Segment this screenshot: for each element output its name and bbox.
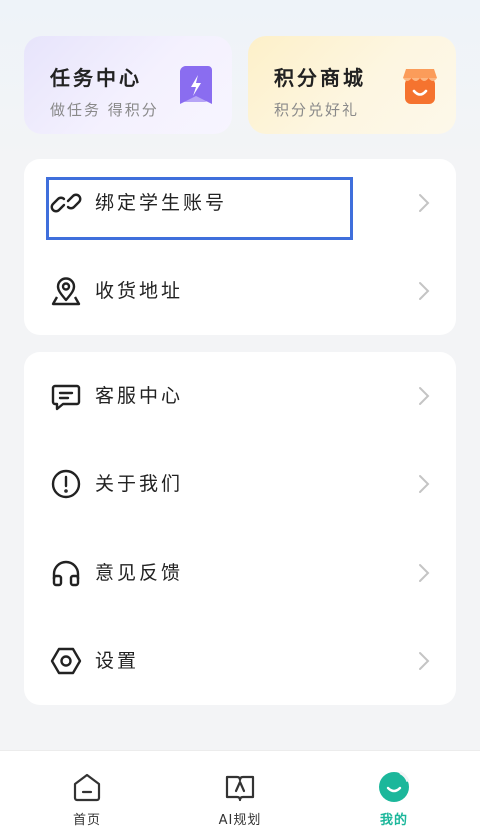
tab-mine[interactable]: 我的: [314, 751, 474, 838]
support-menu-group: 客服中心 关于我们 意见反馈 设置: [24, 352, 456, 705]
selection-highlight: [46, 177, 353, 240]
tab-label: 首页: [72, 813, 101, 828]
home-icon: [73, 773, 101, 802]
menu-item-customer-service[interactable]: 客服中心: [24, 352, 456, 440]
menu-item-about-us[interactable]: 关于我们: [24, 440, 456, 528]
chevron-right-icon: [419, 194, 430, 212]
tab-label: 我的: [379, 813, 408, 828]
menu-item-feedback[interactable]: 意见反馈: [24, 529, 456, 617]
headphones-icon: [52, 560, 80, 587]
task-center-card[interactable]: 任务中心 做任务 得积分: [24, 36, 232, 134]
lightning-bookmark-icon: [180, 66, 212, 104]
chevron-right-icon: [419, 652, 430, 670]
chevron-right-icon: [419, 387, 430, 405]
chevron-right-icon: [419, 564, 430, 582]
menu-label: 意见反馈: [95, 562, 184, 584]
menu-item-address[interactable]: 收货地址: [24, 247, 456, 335]
bottom-tab-bar: 首页 AI规划 我的: [0, 750, 480, 838]
menu-label: 关于我们: [95, 473, 184, 495]
tab-label: AI规划: [218, 813, 262, 828]
tab-ai-plan[interactable]: AI规划: [160, 751, 320, 838]
menu-item-bind-student[interactable]: 绑定学生账号: [24, 159, 456, 247]
menu-item-settings[interactable]: 设置: [24, 617, 456, 705]
info-circle-icon: [51, 469, 81, 499]
menu-label: 收货地址: [95, 280, 184, 302]
menu-label: 客服中心: [95, 385, 184, 407]
location-pin-icon: [51, 277, 81, 306]
chevron-right-icon: [419, 475, 430, 493]
message-icon: [51, 384, 81, 411]
account-menu-group: 绑定学生账号 收货地址: [24, 159, 456, 335]
chevron-right-icon: [419, 282, 430, 300]
ai-book-icon: [225, 775, 255, 802]
points-mall-card[interactable]: 积分商城 积分兑好礼: [248, 36, 456, 134]
shop-icon: [403, 69, 437, 104]
settings-hexagon-icon: [50, 647, 82, 675]
profile-face-icon: [379, 771, 410, 802]
feature-cards: 任务中心 做任务 得积分 积分商城 积分兑好礼: [24, 36, 456, 134]
menu-label: 设置: [95, 650, 140, 672]
tab-home[interactable]: 首页: [7, 751, 167, 838]
